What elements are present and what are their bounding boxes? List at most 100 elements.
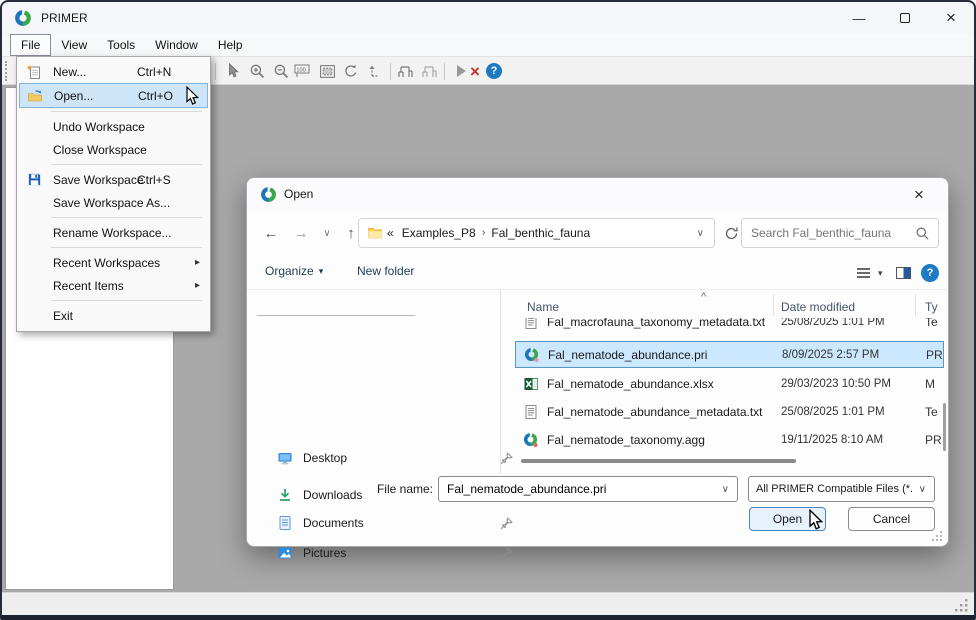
column-header-date-modified[interactable]: Date modified (781, 300, 855, 314)
primer-logo-icon (260, 186, 277, 203)
menu-item-rename-workspace[interactable]: Rename Workspace... (19, 221, 208, 244)
sidebar-item-pictures[interactable]: Pictures (277, 541, 489, 565)
menu-item-exit[interactable]: Exit (19, 304, 208, 327)
views-chevron-icon[interactable]: ▾ (878, 268, 883, 279)
breadcrumb-bar[interactable]: « Examples_P8 › Fal_benthic_fauna ∨ (358, 218, 715, 248)
file-row[interactable]: Fal_nematode_abundance.xlsx 29/03/2023 1… (515, 370, 944, 397)
refresh-button[interactable] (719, 221, 743, 245)
horizontal-scrollbar[interactable] (521, 459, 796, 463)
menu-item-shortcut: Ctrl+S (137, 173, 171, 187)
column-separator[interactable] (915, 294, 916, 316)
back-icon: ← (264, 225, 279, 242)
pictures-icon (277, 545, 293, 561)
pin-icon[interactable] (499, 546, 514, 561)
dialog-close-button[interactable]: × (904, 183, 934, 207)
search-box (741, 218, 939, 248)
pin-icon[interactable] (499, 451, 514, 466)
dendrogram-icon[interactable] (396, 61, 416, 81)
views-button[interactable] (855, 265, 873, 284)
submenu-arrow-icon: ▸ (195, 280, 200, 291)
menu-item-label: Close Workspace (53, 143, 147, 157)
menu-item-recent-workspaces[interactable]: Recent Workspaces ▸ (19, 251, 208, 274)
close-button[interactable]: × (928, 2, 974, 34)
column-header-type[interactable]: Ty (925, 300, 938, 314)
sidebar-item-desktop[interactable]: Desktop (277, 446, 489, 470)
file-list-header: ^ Name Date modified Ty (501, 300, 950, 318)
chevron-down-icon[interactable]: ∨ (722, 484, 729, 495)
zoom-in-icon[interactable] (247, 61, 267, 81)
sidebar-separator (257, 315, 415, 316)
menu-item-close-workspace[interactable]: Close Workspace (19, 138, 208, 161)
forward-icon: → (294, 225, 309, 242)
file-name: Fal_macrofauna_taxonomy_metadata.txt (547, 318, 765, 329)
column-header-name[interactable]: Name (527, 300, 559, 314)
menu-item-open[interactable]: Open... Ctrl+O (19, 83, 208, 108)
chevron-down-icon: ∨ (919, 484, 926, 495)
breadcrumb-dropdown-icon[interactable]: ∨ (697, 228, 704, 239)
back-button[interactable]: ← (259, 221, 283, 245)
breadcrumb-overflow[interactable]: « (387, 226, 394, 240)
dendrogram-alt-icon[interactable] (420, 61, 440, 81)
file-row-selected[interactable]: Fal_nematode_abundance.pri 8/09/2025 2:5… (515, 341, 944, 368)
update-icon[interactable] (365, 61, 385, 81)
minimize-button[interactable]: — (836, 2, 882, 34)
menu-tools[interactable]: Tools (97, 34, 145, 56)
menu-help[interactable]: Help (208, 34, 253, 56)
submenu-arrow-icon: ▸ (195, 257, 200, 268)
cancel-button[interactable]: Cancel (848, 507, 935, 531)
menu-file[interactable]: File (10, 34, 51, 56)
menu-item-label: Save Workspace As... (53, 196, 170, 210)
recent-locations-button[interactable]: ∨ (315, 221, 339, 245)
menu-item-recent-items[interactable]: Recent Items ▸ (19, 274, 208, 297)
forward-button[interactable]: → (289, 221, 313, 245)
file-row[interactable]: Fal_macrofauna_taxonomy_metadata.txt 25/… (515, 318, 944, 333)
menu-view[interactable]: View (51, 34, 97, 56)
help-icon[interactable]: ? (484, 61, 504, 81)
file-type: Te (925, 405, 944, 419)
rotate-icon[interactable] (341, 61, 361, 81)
search-input[interactable] (751, 220, 911, 246)
file-row[interactable]: Fal_nematode_abundance_metadata.txt 25/0… (515, 398, 944, 425)
file-row[interactable]: Fal_nematode_taxonomy.agg 19/11/2025 8:1… (515, 426, 944, 453)
file-name: Fal_nematode_abundance.pri (548, 348, 707, 362)
zoom-out-icon[interactable] (271, 61, 291, 81)
menu-item-undo-workspace[interactable]: Undo Workspace (19, 115, 208, 138)
dialog-help-button[interactable]: ? (921, 264, 939, 282)
menu-window[interactable]: Window (145, 34, 208, 56)
toolbar-grip[interactable] (5, 61, 9, 81)
titlebar: PRIMER — × (2, 2, 974, 34)
stop-x-glyph: × (470, 63, 480, 80)
filename-input[interactable] (447, 478, 707, 500)
documents-icon (277, 515, 293, 531)
resize-grip-icon[interactable] (955, 599, 968, 612)
maximize-icon (900, 13, 910, 23)
help-glyph: ? (486, 63, 502, 79)
menu-item-save-workspace[interactable]: Save Workspace Ctrl+S (19, 168, 208, 191)
zoom-100-icon[interactable]: 100 (293, 61, 313, 81)
statusbar (2, 592, 974, 617)
filetype-combobox[interactable]: All PRIMER Compatible Files (*. ∨ (748, 476, 935, 502)
menu-item-label: Recent Items (53, 279, 124, 293)
menu-item-save-workspace-as[interactable]: Save Workspace As... (19, 191, 208, 214)
menu-item-new[interactable]: New... Ctrl+N (19, 60, 208, 83)
dialog-resize-grip-icon[interactable] (932, 531, 943, 542)
breadcrumb-segment[interactable]: Examples_P8 (402, 226, 476, 240)
thumbnail-view-icon[interactable] (317, 61, 337, 81)
toolbar-separator (390, 63, 391, 80)
pin-icon[interactable] (499, 516, 514, 531)
new-folder-button[interactable]: New folder (357, 264, 414, 278)
close-icon: × (914, 185, 924, 205)
maximize-button[interactable] (882, 2, 928, 34)
menu-item-label: Save Workspace (53, 173, 144, 187)
stop-icon[interactable]: × (465, 61, 485, 81)
preview-pane-button[interactable] (895, 265, 912, 284)
sidebar-item-documents[interactable]: Documents (277, 511, 489, 535)
breadcrumb-segment[interactable]: Fal_benthic_fauna (491, 226, 590, 240)
vertical-scrollbar[interactable] (943, 403, 946, 451)
mouse-cursor (185, 86, 199, 106)
txt-file-icon (523, 318, 539, 330)
open-dialog: Open × ← → ∨ ↑ « Examples_P8 › Fal_benth… (246, 177, 949, 547)
organize-button[interactable]: Organize ▾ (265, 264, 323, 278)
column-separator[interactable] (773, 294, 774, 316)
pointer-tool-icon[interactable] (223, 61, 243, 81)
